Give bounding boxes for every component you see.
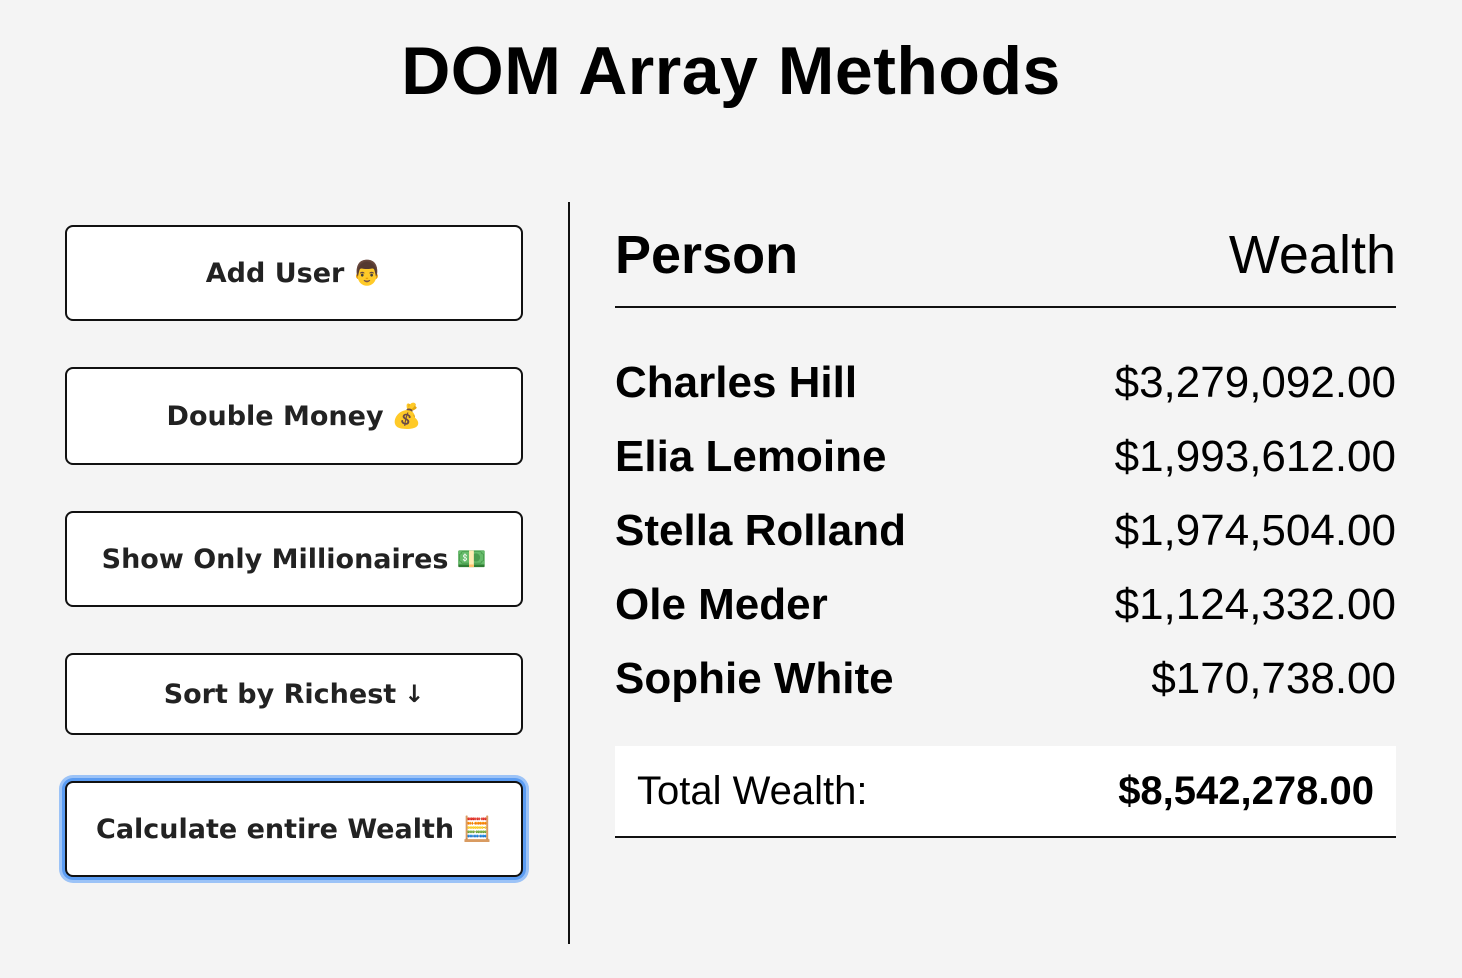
table-row: Stella Rolland $1,974,504.00 (615, 494, 1396, 568)
table-row: Sophie White $170,738.00 (615, 642, 1396, 716)
money-bag-icon: 💰 (391, 402, 422, 430)
table-row: Charles Hill $3,279,092.00 (615, 346, 1396, 420)
person-wealth: $1,124,332.00 (1114, 580, 1396, 629)
table-row: Elia Lemoine $1,993,612.00 (615, 420, 1396, 494)
person-name: Ole Meder (615, 580, 828, 629)
wealth-column-header: Wealth (1228, 225, 1396, 285)
calculate-wealth-label: Calculate entire Wealth (96, 813, 455, 845)
man-icon: 👨 (352, 259, 383, 287)
person-name: Charles Hill (615, 358, 858, 407)
person-column-header: Person (615, 225, 799, 285)
sort-richest-label: Sort by Richest (163, 678, 397, 710)
person-wealth: $170,738.00 (1151, 654, 1396, 703)
add-user-label: Add User (205, 257, 345, 289)
calculate-wealth-button[interactable]: Calculate entire Wealth 🧮 (65, 781, 523, 877)
page-title: DOM Array Methods (401, 33, 1061, 109)
person-wealth: $3,279,092.00 (1114, 358, 1396, 407)
show-millionaires-button[interactable]: Show Only Millionaires 💵 (65, 511, 523, 607)
table-row: Ole Meder $1,124,332.00 (615, 568, 1396, 642)
arrow-down-icon: ↓ (404, 680, 425, 708)
double-money-label: Double Money (166, 400, 384, 432)
person-name: Elia Lemoine (615, 432, 887, 481)
person-name: Sophie White (615, 654, 894, 703)
sort-richest-button[interactable]: Sort by Richest ↓ (65, 653, 523, 735)
total-wealth-value: $8,542,278.00 (1118, 768, 1374, 813)
abacus-icon: 🧮 (462, 815, 492, 843)
total-wealth-label: Total Wealth: (637, 768, 868, 813)
dollar-banknote-icon: 💵 (456, 545, 487, 573)
person-wealth: $1,974,504.00 (1114, 506, 1396, 555)
add-user-button[interactable]: Add User 👨 (65, 225, 523, 321)
vertical-divider (568, 202, 570, 944)
wealth-table: Person Wealth Charles Hill $3,279,092.00… (615, 222, 1396, 716)
table-rows: Charles Hill $3,279,092.00 Elia Lemoine … (615, 346, 1396, 716)
person-name: Stella Rolland (615, 506, 906, 555)
total-wealth-row: Total Wealth: $8,542,278.00 (615, 746, 1396, 838)
person-wealth: $1,993,612.00 (1114, 432, 1396, 481)
double-money-button[interactable]: Double Money 💰 (65, 367, 523, 465)
table-header: Person Wealth (615, 222, 1396, 308)
show-millionaires-label: Show Only Millionaires (101, 543, 449, 575)
